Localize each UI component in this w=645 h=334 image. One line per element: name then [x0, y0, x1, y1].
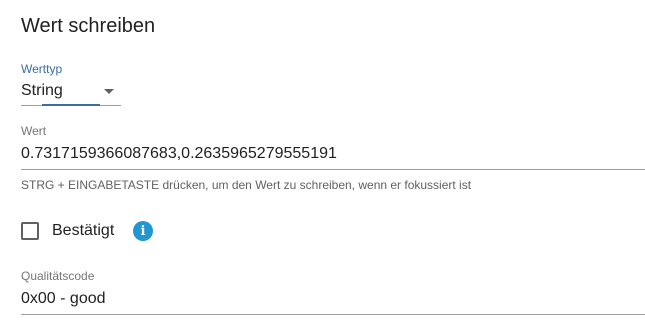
- quality-code-input[interactable]: [21, 287, 645, 315]
- value-type-focus-underline: [42, 104, 100, 106]
- value-input[interactable]: [21, 142, 645, 170]
- value-type-selected: String: [21, 82, 63, 99]
- value-type-label: Werttyp: [21, 62, 63, 76]
- value-field: Wert: [21, 124, 645, 170]
- acknowledged-label: Bestätigt: [52, 222, 115, 239]
- write-value-dialog: Wert schreiben Werttyp String Wert STRG …: [0, 0, 645, 334]
- quality-code-field: Qualitätscode: [21, 269, 645, 315]
- dialog-title: Wert schreiben: [21, 15, 156, 37]
- acknowledged-checkbox[interactable]: Bestätigt: [21, 220, 114, 242]
- quality-code-label: Qualitätscode: [21, 269, 95, 283]
- value-label: Wert: [21, 124, 47, 138]
- checkbox-icon[interactable]: [21, 222, 39, 240]
- value-type-select: Werttyp String: [21, 62, 121, 106]
- value-type-dropdown[interactable]: String: [21, 78, 121, 106]
- dropdown-arrow-icon: [104, 89, 114, 94]
- value-helper-text: STRG + EINGABETASTE drücken, um den Wert…: [21, 178, 472, 192]
- info-icon[interactable]: i: [133, 221, 153, 241]
